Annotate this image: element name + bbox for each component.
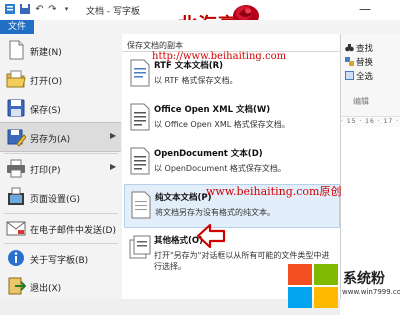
minimize-button[interactable]: — bbox=[345, 2, 385, 18]
edit-group-label: 编辑 bbox=[353, 97, 369, 106]
new-doc-icon bbox=[6, 40, 26, 60]
submenu-arrow-icon: ▶ bbox=[110, 131, 117, 140]
watermark-url-mid-text: www.beihaiting.com bbox=[206, 185, 320, 198]
rtf-document-icon bbox=[128, 59, 152, 87]
find-button[interactable]: 查找 bbox=[345, 42, 373, 54]
undo-icon[interactable]: ↶ bbox=[33, 3, 46, 16]
watermark-url-mid: www.beihaiting.com原创 bbox=[206, 183, 341, 199]
exit-icon bbox=[6, 276, 27, 296]
submenu-arrow-icon: ▶ bbox=[110, 162, 117, 171]
menu-item-label: 另存为(A) bbox=[30, 135, 71, 145]
replace-icon bbox=[345, 57, 354, 66]
menu-item-label: 关于写字板(B) bbox=[30, 256, 89, 266]
submenu-title: 保存文档的副本 bbox=[127, 41, 183, 50]
menu-item-save[interactable]: 保存(S) bbox=[0, 94, 121, 122]
menu-item-print[interactable]: 打印(P) ▶ bbox=[0, 154, 121, 182]
site-logo-url: www.win7999.com bbox=[342, 288, 400, 296]
save-option-office-open-xml[interactable]: Office Open XML 文档(W) 以 Office Open XML … bbox=[124, 97, 338, 139]
save-option-opendocument[interactable]: OpenDocument 文本(D) 以 OpenDocument 格式保存文档… bbox=[124, 141, 338, 183]
find-label: 查找 bbox=[356, 44, 374, 54]
save-option-description: 以 Office Open XML 格式保存文档。 bbox=[154, 120, 290, 129]
odt-document-icon bbox=[128, 147, 152, 175]
menu-item-label: 在电子邮件中发送(D) bbox=[30, 226, 116, 236]
save-icon bbox=[6, 98, 26, 118]
save-as-submenu: 保存文档的副本 RTF 文本文档(R) 以 RTF 格式保存文档。 Office… bbox=[122, 34, 341, 299]
watermark-original-text: 原创 bbox=[319, 185, 342, 198]
menu-item-new[interactable]: 新建(N) bbox=[0, 36, 121, 64]
menu-item-label: 保存(S) bbox=[30, 106, 61, 116]
file-tab[interactable]: 文件 bbox=[0, 20, 34, 34]
save-option-title: Office Open XML 文档(W) bbox=[154, 105, 271, 115]
other-formats-icon bbox=[128, 234, 152, 262]
save-option-description: 打开"另存为"对话框以从所有可能的文件类型中进 bbox=[154, 251, 330, 260]
save-option-title: 纯文本文档(P) bbox=[155, 193, 212, 203]
menu-item-label: 打印(P) bbox=[30, 166, 61, 176]
save-option-description: 将文档另存为没有格式的纯文本。 bbox=[155, 208, 275, 217]
page-setup-icon bbox=[6, 187, 26, 207]
replace-label: 替换 bbox=[356, 58, 374, 68]
select-all-button[interactable]: 全选 bbox=[345, 70, 373, 82]
select-all-icon bbox=[345, 71, 354, 80]
about-icon bbox=[6, 248, 26, 268]
app-icon bbox=[3, 3, 16, 16]
customize-quick-access-icon[interactable]: ▾ bbox=[60, 3, 73, 16]
ribbon-edit-group: 查找 替换 全选 编辑 bbox=[341, 34, 400, 124]
replace-button[interactable]: 替换 bbox=[345, 56, 373, 68]
save-option-description-line2: 行选择。 bbox=[154, 262, 186, 271]
menu-item-exit[interactable]: 退出(X) bbox=[0, 272, 121, 300]
menu-item-label: 退出(X) bbox=[30, 284, 62, 294]
file-menu: 新建(N) 打开(O) 保存(S) 另存为(A) ▶ 打印(P) ▶ 页面设置(… bbox=[0, 34, 123, 299]
text-document-icon bbox=[129, 191, 153, 219]
menu-item-label: 页面设置(G) bbox=[30, 195, 80, 205]
watermark-url-top: http://www.beihaiting.com bbox=[152, 51, 287, 62]
menu-item-page-setup[interactable]: 页面设置(G) bbox=[0, 183, 121, 211]
menu-item-send-email[interactable]: 在电子邮件中发送(D) bbox=[0, 214, 121, 242]
email-icon bbox=[6, 218, 26, 238]
ribbon-tab-strip bbox=[34, 20, 400, 35]
red-arrow-annotation bbox=[196, 222, 226, 253]
menu-item-save-as[interactable]: 另存为(A) ▶ bbox=[0, 122, 121, 152]
xml-document-icon bbox=[128, 103, 152, 131]
quick-save-icon[interactable] bbox=[18, 3, 31, 16]
menu-item-about[interactable]: 关于写字板(B) bbox=[0, 244, 121, 272]
save-option-description: 以 RTF 格式保存文档。 bbox=[154, 76, 238, 85]
select-all-label: 全选 bbox=[356, 72, 374, 82]
site-logo-name: 系统粉 bbox=[343, 271, 385, 287]
open-folder-icon bbox=[6, 69, 26, 89]
save-as-icon bbox=[6, 127, 27, 147]
windows-logo-icon bbox=[286, 262, 340, 313]
save-option-description: 以 OpenDocument 格式保存文档。 bbox=[154, 164, 286, 173]
menu-item-label: 打开(O) bbox=[30, 77, 63, 87]
menu-item-open[interactable]: 打开(O) bbox=[0, 65, 121, 93]
binoculars-icon bbox=[345, 43, 354, 52]
save-option-title: OpenDocument 文本(D) bbox=[154, 149, 263, 159]
window-title: 文档 - 写字板 bbox=[86, 7, 140, 17]
redo-icon[interactable]: ↷ bbox=[46, 3, 59, 16]
printer-icon bbox=[6, 158, 26, 178]
menu-item-label: 新建(N) bbox=[30, 48, 62, 58]
